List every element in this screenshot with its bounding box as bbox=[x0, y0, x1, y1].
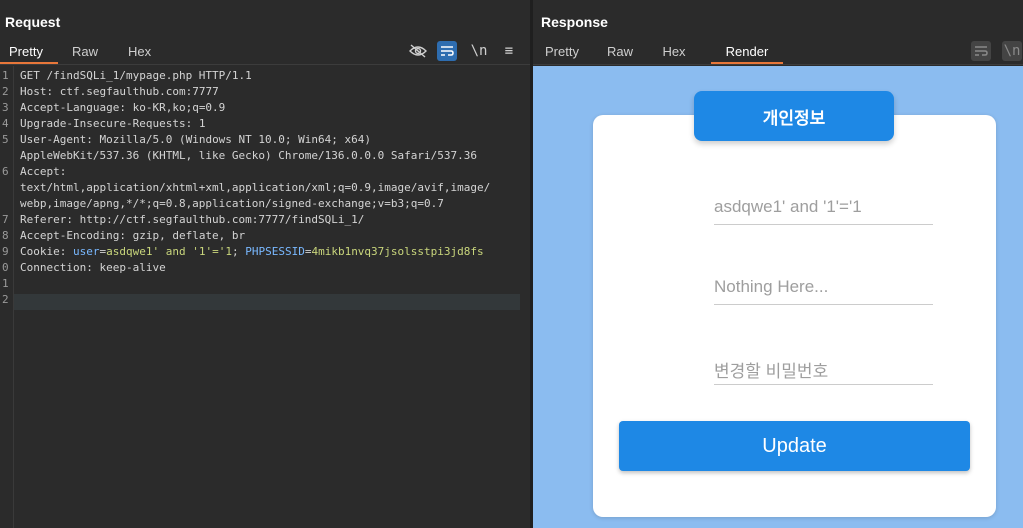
request-line: GET /findSQLi_1/mypage.php HTTP/1.1 bbox=[20, 68, 252, 84]
newline-icon[interactable]: \n bbox=[1002, 41, 1022, 61]
line-number: 7 bbox=[2, 213, 9, 226]
current-line-highlight bbox=[14, 294, 520, 310]
tab-render[interactable]: Render bbox=[711, 42, 783, 64]
username-value: asdqwe1' and '1'='1 bbox=[714, 197, 862, 216]
tab-pretty[interactable]: Pretty bbox=[533, 42, 591, 64]
wrap-icon[interactable] bbox=[437, 41, 457, 61]
line-number: 0 bbox=[2, 261, 9, 274]
update-button[interactable]: Update bbox=[619, 421, 970, 471]
new-password-field[interactable]: 변경할 비밀번호 bbox=[714, 345, 933, 385]
header-line: Host: ctf.segfaulthub.com:7777 bbox=[20, 84, 219, 100]
cookie-value: asdqwe1' and '1'='1 bbox=[106, 245, 232, 258]
request-line-text: GET /findSQLi_1/mypage.php HTTP/1.1 bbox=[20, 69, 252, 82]
cookie-name: PHPSESSID bbox=[245, 245, 305, 258]
newline-icon[interactable]: \n bbox=[469, 41, 489, 61]
header-name: Upgrade-Insecure-Requests bbox=[20, 117, 186, 130]
header-name: User-Agent bbox=[20, 133, 87, 146]
profile-card: asdqwe1' and '1'='1 Nothing Here... 변경할 … bbox=[593, 115, 996, 517]
request-panel: Request Pretty Raw Hex \n ≡ 1 2 3 4 5 6 … bbox=[0, 0, 530, 528]
header-name: Accept-Language bbox=[20, 101, 120, 114]
response-panel: Response Pretty Raw Hex Render \n asdqwe… bbox=[533, 0, 1023, 528]
line-number: 9 bbox=[2, 245, 9, 258]
username-field[interactable]: asdqwe1' and '1'='1 bbox=[714, 185, 933, 225]
cookie-value: 4mikb1nvq37jsolsstpi3jd8fs bbox=[311, 245, 484, 258]
header-line: Accept-Encoding: gzip, deflate, br bbox=[20, 228, 245, 244]
tab-hex[interactable]: Hex bbox=[119, 42, 169, 64]
wrap-icon[interactable] bbox=[971, 41, 991, 61]
line-number: 4 bbox=[2, 117, 9, 130]
header-value: : ctf.segfaulthub.com:7777 bbox=[46, 85, 219, 98]
eye-off-icon[interactable] bbox=[408, 41, 428, 61]
header-line-wrap: webp,image/apng,*/*;q=0.8,application/si… bbox=[20, 197, 444, 210]
line-number: 3 bbox=[2, 101, 9, 114]
header-name: Connection bbox=[20, 261, 87, 274]
line-number: 2 bbox=[2, 293, 9, 306]
line-number: 6 bbox=[2, 165, 9, 178]
tab-divider bbox=[0, 64, 530, 65]
cookie-line: Cookie: user=asdqwe1' and '1'='1; PHPSES… bbox=[20, 244, 484, 260]
line-gutter: 1 2 3 4 5 6 7 8 9 0 1 2 bbox=[0, 66, 14, 528]
header-value: : http://ctf.segfaulthub.com:7777/findSQ… bbox=[66, 213, 365, 226]
render-view: asdqwe1' and '1'='1 Nothing Here... 변경할 … bbox=[533, 66, 1023, 528]
header-line: Referer: http://ctf.segfaulthub.com:7777… bbox=[20, 212, 364, 228]
header-value: : 1 bbox=[185, 117, 206, 130]
cookie-sep: ; bbox=[231, 245, 246, 258]
line-number: 1 bbox=[2, 277, 9, 290]
line-number: 1 bbox=[2, 69, 9, 82]
header-name: Accept bbox=[20, 165, 60, 178]
header-line: Upgrade-Insecure-Requests: 1 bbox=[20, 116, 205, 132]
header-line: Accept-Language: ko-KR,ko;q=0.9 bbox=[20, 100, 225, 116]
menu-icon[interactable]: ≡ bbox=[499, 41, 519, 61]
new-password-placeholder: 변경할 비밀번호 bbox=[714, 362, 829, 381]
header-line: Accept: bbox=[20, 164, 66, 180]
request-tabs: Pretty Raw Hex bbox=[0, 42, 169, 64]
line-number: 8 bbox=[2, 229, 9, 242]
tab-raw[interactable]: Raw bbox=[63, 42, 115, 64]
response-title: Response bbox=[541, 14, 608, 30]
header-line: Connection: keep-alive bbox=[20, 260, 166, 276]
line-number: 2 bbox=[2, 85, 9, 98]
info-field[interactable]: Nothing Here... bbox=[714, 265, 933, 305]
tab-pretty[interactable]: Pretty bbox=[0, 42, 58, 64]
header-value: : bbox=[59, 165, 67, 178]
response-tabs: Pretty Raw Hex Render bbox=[533, 42, 783, 64]
cookie-name: user bbox=[73, 245, 100, 258]
header-value: : ko-KR,ko;q=0.9 bbox=[119, 101, 226, 114]
header-line-wrap: AppleWebKit/537.36 (KHTML, like Gecko) C… bbox=[20, 149, 477, 162]
header-name: Accept-Encoding bbox=[20, 229, 120, 242]
request-title: Request bbox=[5, 14, 61, 30]
info-value: Nothing Here... bbox=[714, 277, 829, 296]
header-line: User-Agent: Mozilla/5.0 (Windows NT 10.0… bbox=[20, 132, 371, 148]
header-value: : gzip, deflate, br bbox=[119, 229, 246, 242]
tab-raw[interactable]: Raw bbox=[591, 42, 649, 64]
header-value: : keep-alive bbox=[86, 261, 166, 274]
header-line-wrap: text/html,application/xhtml+xml,applicat… bbox=[20, 181, 491, 194]
request-editor[interactable]: 1 2 3 4 5 6 7 8 9 0 1 2 GET /findSQLi_1/… bbox=[0, 66, 530, 528]
tab-divider bbox=[533, 64, 1023, 65]
header-name: Referer bbox=[20, 213, 67, 226]
line-number: 5 bbox=[2, 133, 9, 146]
header-name: Cookie bbox=[20, 245, 60, 258]
tab-hex[interactable]: Hex bbox=[649, 42, 699, 64]
header-name: Host bbox=[20, 85, 47, 98]
header-sep: : bbox=[59, 245, 73, 258]
header-value: : Mozilla/5.0 (Windows NT 10.0; Win64; x… bbox=[86, 133, 372, 146]
card-title: 개인정보 bbox=[694, 91, 894, 141]
